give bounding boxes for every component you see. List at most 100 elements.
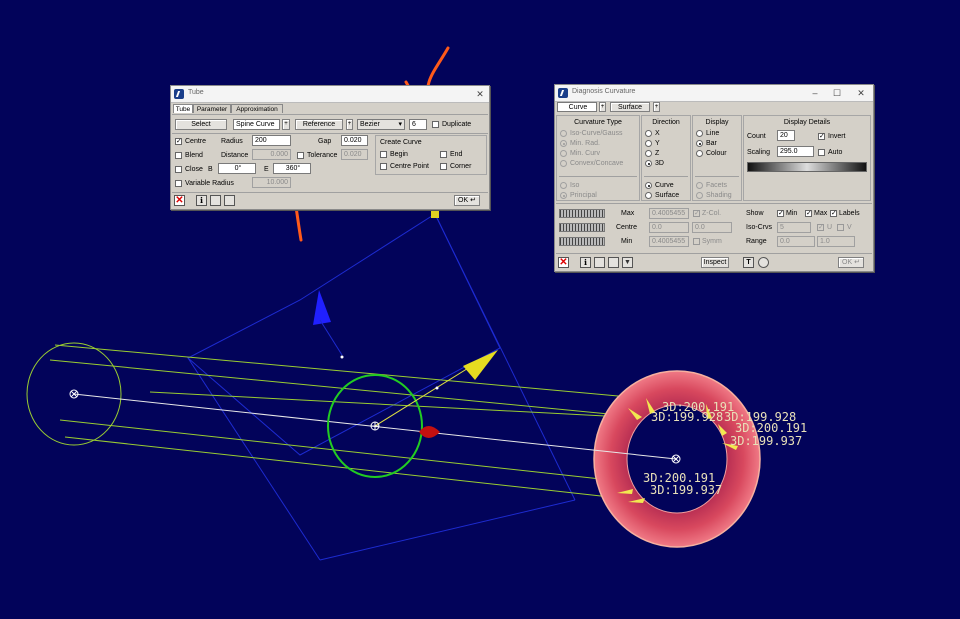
radio-convex[interactable]: [560, 160, 567, 167]
centre-field[interactable]: 0.0: [649, 222, 689, 233]
centre-point-checkbox[interactable]: [380, 163, 387, 170]
direction-arrow-head[interactable]: [313, 290, 331, 325]
close-checkbox[interactable]: [175, 166, 182, 173]
radio-iso[interactable]: [560, 182, 567, 189]
diag-titlebar[interactable]: Diagnosis Curvature – ☐ ✕: [555, 85, 873, 102]
radio-principal[interactable]: [560, 192, 567, 199]
radio-curve[interactable]: [645, 182, 652, 189]
tube-titlebar[interactable]: Tube ✕: [171, 86, 489, 103]
select-button[interactable]: Select: [175, 119, 227, 130]
minimize-icon[interactable]: –: [807, 86, 823, 100]
centre-slider[interactable]: [559, 223, 605, 232]
max-slider[interactable]: [559, 209, 605, 218]
iso-crvs-field[interactable]: 5: [777, 222, 811, 233]
close-icon[interactable]: ✕: [472, 87, 488, 101]
centre-label: Centre: [616, 224, 638, 231]
radio-x[interactable]: [645, 130, 652, 137]
scaling-slider[interactable]: [747, 162, 867, 172]
show-label: Show: [746, 210, 764, 217]
invert-checkbox[interactable]: ✓: [818, 133, 825, 140]
bezier-select[interactable]: Bezier ▾: [357, 119, 405, 130]
radio-z[interactable]: [645, 150, 652, 157]
distance-field[interactable]: 0.000: [252, 149, 291, 160]
radio-facets[interactable]: [696, 182, 703, 189]
normal-arrow-head[interactable]: [463, 350, 498, 380]
corner-checkbox[interactable]: [440, 163, 447, 170]
tab-parameter[interactable]: Parameter: [193, 104, 231, 113]
tolerance-field[interactable]: 0.020: [341, 149, 368, 160]
settings-icon[interactable]: [758, 257, 769, 268]
cancel-icon[interactable]: ✕: [558, 257, 569, 268]
symm-checkbox[interactable]: [693, 238, 700, 245]
spine-add-button[interactable]: +: [282, 119, 290, 130]
min-field[interactable]: 0.4005455: [649, 236, 689, 247]
radio-y[interactable]: [645, 140, 652, 147]
count-field[interactable]: 20: [777, 130, 795, 141]
duplicate-checkbox[interactable]: [432, 121, 439, 128]
radio-min-curv[interactable]: [560, 150, 567, 157]
view-icon[interactable]: [594, 257, 605, 268]
tolerance-checkbox[interactable]: [297, 152, 304, 159]
maximize-icon[interactable]: ☐: [829, 86, 845, 100]
end-checkbox[interactable]: [440, 151, 447, 158]
filter-icon[interactable]: ▼: [622, 257, 633, 268]
distance-label: Distance: [221, 152, 249, 159]
radio-min-rad[interactable]: [560, 140, 567, 147]
show-max-checkbox[interactable]: ✓: [805, 210, 812, 217]
radio-3d[interactable]: [645, 160, 652, 167]
tab-tube[interactable]: Tube: [173, 104, 193, 113]
view-icon[interactable]: [210, 195, 221, 206]
max-field[interactable]: 0.4005455: [649, 208, 689, 219]
begin-checkbox[interactable]: [380, 151, 387, 158]
radio-shading[interactable]: [696, 192, 703, 199]
layout-icon[interactable]: [608, 257, 619, 268]
range-min-field[interactable]: 0.0: [777, 236, 815, 247]
radius-field[interactable]: 200: [252, 135, 291, 146]
radio-colour[interactable]: [696, 150, 703, 157]
diag-ok-button[interactable]: OK ↵: [838, 257, 864, 268]
app-icon: [558, 88, 568, 98]
radio-surface[interactable]: [645, 192, 652, 199]
degree-field[interactable]: 6: [409, 119, 427, 130]
layout-icon[interactable]: [224, 195, 235, 206]
curve-add-button[interactable]: +: [599, 102, 606, 112]
begin-angle-field[interactable]: 0°: [218, 163, 256, 174]
spine-curve-field[interactable]: Spine Curve: [233, 119, 280, 130]
u-checkbox[interactable]: ✓: [817, 224, 824, 231]
end-angle-field[interactable]: 360°: [273, 163, 311, 174]
gap-field[interactable]: 0.020: [341, 135, 368, 146]
v-checkbox[interactable]: [837, 224, 844, 231]
scaling-field[interactable]: 295.0: [777, 146, 814, 157]
zcol-checkbox[interactable]: ✓: [693, 210, 700, 217]
variable-radius-checkbox[interactable]: [175, 180, 182, 187]
text-icon[interactable]: T: [743, 257, 754, 268]
radio-line[interactable]: [696, 130, 703, 137]
close-icon[interactable]: ✕: [853, 86, 869, 100]
centre-checkbox[interactable]: ✓: [175, 138, 182, 145]
tab-surface[interactable]: Surface: [610, 102, 650, 112]
plane-handle[interactable]: [431, 210, 439, 218]
tab-curve[interactable]: Curve: [557, 102, 597, 112]
variable-radius-field[interactable]: 10.000: [252, 177, 291, 188]
info-icon[interactable]: ℹ: [580, 257, 591, 268]
show-labels-checkbox[interactable]: ✓: [830, 210, 837, 217]
radio-iso-curve[interactable]: [560, 130, 567, 137]
auto-checkbox[interactable]: [818, 149, 825, 156]
reference-add-button[interactable]: +: [346, 119, 353, 130]
min-curv-label: Min. Curv: [570, 150, 600, 157]
radio-bar[interactable]: [696, 140, 703, 147]
max-label: Max: [621, 210, 635, 217]
tube-ok-button[interactable]: OK ↵: [454, 195, 480, 206]
tab-approximation[interactable]: Approximation: [231, 104, 283, 113]
surface-add-button[interactable]: +: [653, 102, 660, 112]
min-slider[interactable]: [559, 237, 605, 246]
blend-checkbox[interactable]: [175, 152, 182, 159]
centre-field-2[interactable]: 0.0: [692, 222, 732, 233]
show-min-checkbox[interactable]: ✓: [777, 210, 784, 217]
cancel-icon[interactable]: ✕: [174, 195, 185, 206]
info-icon[interactable]: ℹ: [196, 195, 207, 206]
range-max-field[interactable]: 1.0: [817, 236, 855, 247]
inspect-button[interactable]: Inspect: [701, 257, 729, 268]
reference-button[interactable]: Reference: [295, 119, 343, 130]
spine-mid-marker[interactable]: [370, 421, 380, 431]
